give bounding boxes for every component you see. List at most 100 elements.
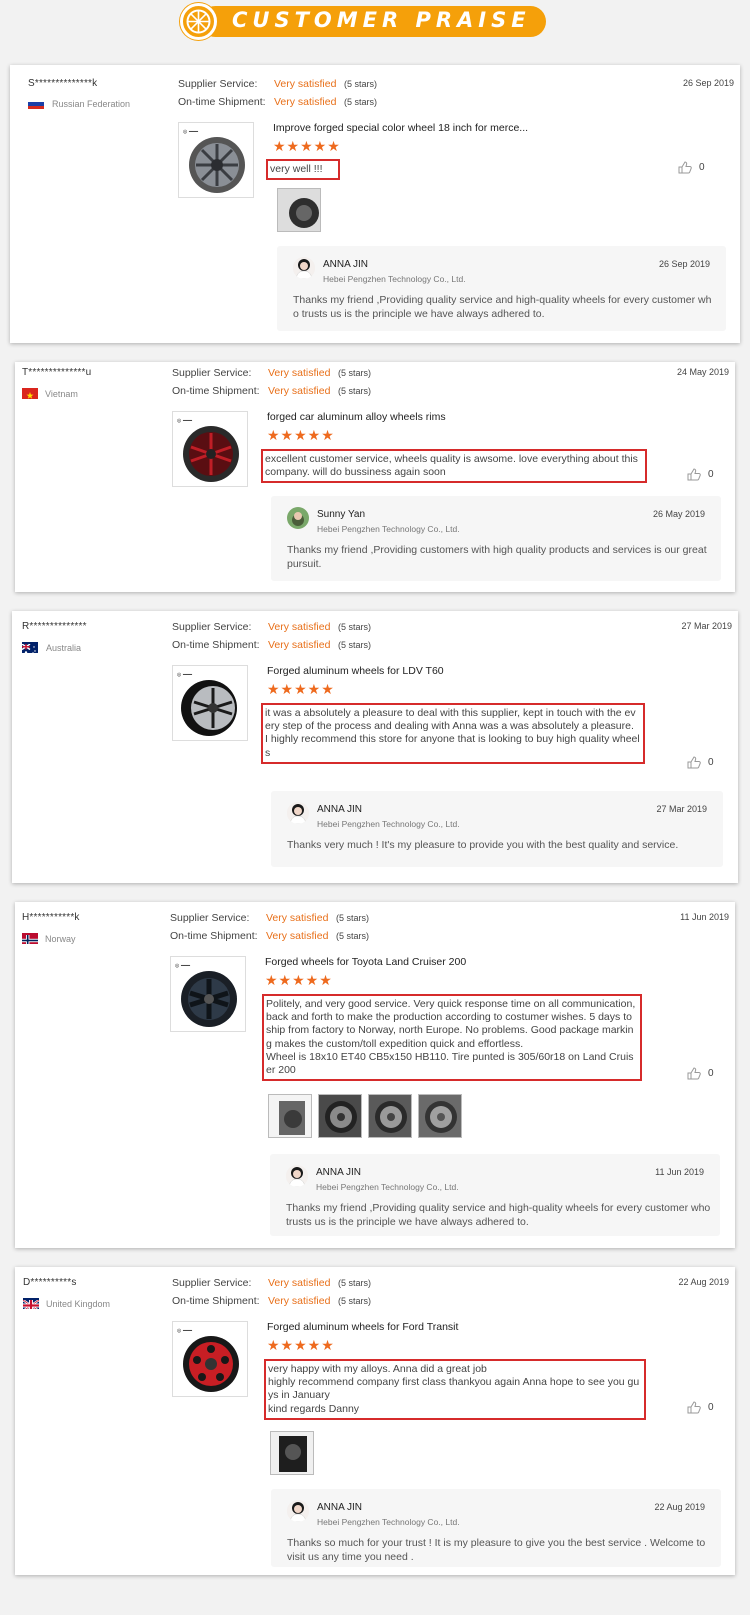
svg-text:◎ ━━━: ◎ ━━━	[177, 418, 193, 424]
ontime-shipment-label: On-time Shipment:	[178, 96, 266, 108]
like-button[interactable]: 0	[687, 468, 714, 481]
ontime-shipment-value: Very satisfied	[268, 1295, 331, 1307]
reply-text: Thanks very much ! It's my pleasure to p…	[287, 839, 679, 851]
review-photo[interactable]	[418, 1094, 462, 1138]
review-date: 26 Sep 2019	[682, 78, 734, 88]
supplier-service-label: Supplier Service:	[172, 621, 252, 633]
review-card: T**************u Vietnam Supplier Servic…	[15, 362, 735, 592]
russia-flag-icon	[28, 98, 44, 109]
rating-stars: ★★★★★	[265, 972, 333, 988]
reviewer-country: Vietnam	[45, 389, 78, 399]
svg-text:◎ ━━━: ◎ ━━━	[177, 1328, 193, 1334]
svg-text:◎ ━━━: ◎ ━━━	[175, 963, 191, 969]
australia-flag-icon	[22, 642, 38, 653]
reviewer-country: United Kingdom	[46, 1299, 111, 1309]
review-photo[interactable]	[270, 1431, 314, 1475]
supplier-service-stars: (5 stars)	[336, 913, 370, 923]
ontime-shipment-stars: (5 stars)	[336, 931, 370, 941]
supplier-service-label: Supplier Service:	[172, 1277, 252, 1289]
reviewer-name: S**************k	[28, 78, 98, 89]
reply-text: Thanks my friend ,Providing quality serv…	[286, 1202, 711, 1228]
reviewer-country: Australia	[46, 643, 82, 653]
seller-company: Hebei Pengzhen Technology Co., Ltd.	[317, 1517, 460, 1527]
ontime-shipment-label: On-time Shipment:	[172, 1295, 260, 1307]
ontime-shipment-stars: (5 stars)	[344, 97, 378, 107]
ontime-shipment-value: Very satisfied	[268, 385, 331, 397]
product-thumbnail[interactable]: ◎ ━━━	[170, 956, 246, 1032]
product-thumbnail[interactable]: ◎ ━━━	[172, 1321, 248, 1397]
review-comment: excellent customer service, wheels quali…	[261, 449, 647, 484]
product-title-link[interactable]: Forged wheels for Toyota Land Cruiser 20…	[265, 956, 466, 968]
product-title-link[interactable]: forged car aluminum alloy wheels rims	[267, 411, 446, 423]
seller-name: Sunny Yan	[317, 509, 366, 520]
reply-date: 27 Mar 2019	[656, 804, 707, 814]
product-title-link[interactable]: Improve forged special color wheel 18 in…	[273, 122, 528, 134]
seller-company: Hebei Pengzhen Technology Co., Ltd.	[323, 274, 466, 284]
reply-text: Thanks my friend ,Providing quality serv…	[293, 294, 712, 320]
like-button[interactable]: 0	[687, 1067, 714, 1080]
review-comment: Politely, and very good service. Very qu…	[262, 994, 642, 1082]
reviewer-country: Russian Federation	[52, 99, 131, 109]
ontime-shipment-stars: (5 stars)	[338, 640, 372, 650]
reply-date: 26 Sep 2019	[658, 259, 710, 269]
product-thumbnail[interactable]: ◎ ━━━	[172, 665, 248, 741]
banner-title: CUSTOMER PRAISE	[232, 8, 531, 32]
review-card: S**************k Russian Federation Supp…	[10, 65, 740, 343]
supplier-service-value: Very satisfied	[268, 367, 331, 379]
ontime-shipment-label: On-time Shipment:	[170, 930, 258, 942]
svg-text:◎ ━━━: ◎ ━━━	[183, 129, 199, 135]
seller-name: ANNA JIN	[317, 804, 363, 815]
seller-avatar	[287, 507, 309, 529]
product-title-link[interactable]: Forged aluminum wheels for Ford Transit	[267, 1321, 458, 1333]
seller-avatar	[287, 1500, 309, 1522]
supplier-service-stars: (5 stars)	[338, 368, 372, 378]
rating-stars: ★★★★★	[267, 1337, 335, 1353]
seller-reply: ANNA JIN Hebei Pengzhen Technology Co., …	[270, 1154, 720, 1236]
review-photo[interactable]	[268, 1094, 312, 1138]
like-count: 0	[708, 1402, 714, 1413]
vietnam-flag-icon	[22, 388, 38, 399]
thumbs-up-icon	[687, 468, 701, 481]
seller-avatar	[287, 802, 309, 824]
like-button[interactable]: 0	[678, 161, 705, 174]
reply-date: 22 Aug 2019	[654, 1502, 705, 1512]
like-button[interactable]: 0	[687, 756, 714, 769]
product-thumbnail[interactable]: ◎ ━━━	[172, 411, 248, 487]
product-title-link[interactable]: Forged aluminum wheels for LDV T60	[267, 665, 444, 677]
supplier-service-value: Very satisfied	[268, 621, 331, 633]
ontime-shipment-stars: (5 stars)	[338, 1296, 372, 1306]
thumbs-up-icon	[687, 1401, 701, 1414]
ontime-shipment-value: Very satisfied	[274, 96, 337, 108]
seller-reply: Sunny Yan Hebei Pengzhen Technology Co.,…	[271, 496, 721, 581]
like-button[interactable]: 0	[687, 1401, 714, 1414]
seller-reply: ANNA JIN Hebei Pengzhen Technology Co., …	[277, 246, 726, 331]
product-thumbnail[interactable]: ◎ ━━━	[178, 122, 254, 198]
supplier-service-stars: (5 stars)	[344, 79, 378, 89]
seller-name: ANNA JIN	[317, 1502, 363, 1513]
seller-company: Hebei Pengzhen Technology Co., Ltd.	[317, 524, 460, 534]
reviewer-name: H***********k	[22, 912, 80, 923]
review-comment: very happy with my alloys. Anna did a gr…	[264, 1359, 646, 1420]
seller-name: ANNA JIN	[316, 1167, 362, 1178]
review-date: 22 Aug 2019	[678, 1277, 729, 1287]
seller-reply: ANNA JIN Hebei Pengzhen Technology Co., …	[271, 791, 723, 867]
ontime-shipment-value: Very satisfied	[268, 639, 331, 651]
supplier-service-label: Supplier Service:	[172, 367, 252, 379]
seller-avatar	[293, 257, 315, 279]
seller-company: Hebei Pengzhen Technology Co., Ltd.	[316, 1182, 459, 1192]
supplier-service-value: Very satisfied	[266, 912, 329, 924]
rating-stars: ★★★★★	[267, 427, 335, 443]
supplier-service-stars: (5 stars)	[338, 622, 372, 632]
rating-stars: ★★★★★	[267, 681, 335, 697]
reply-date: 26 May 2019	[652, 509, 705, 519]
review-photo[interactable]	[277, 188, 321, 232]
seller-company: Hebei Pengzhen Technology Co., Ltd.	[317, 819, 460, 829]
reviewer-country: Norway	[45, 934, 76, 944]
ontime-shipment-label: On-time Shipment:	[172, 639, 260, 651]
supplier-service-label: Supplier Service:	[178, 78, 258, 90]
review-comment: it was a absolutely a pleasure to deal w…	[261, 703, 645, 764]
like-count: 0	[708, 1068, 714, 1079]
review-photo[interactable]	[318, 1094, 362, 1138]
review-photo[interactable]	[368, 1094, 412, 1138]
supplier-service-stars: (5 stars)	[338, 1278, 372, 1288]
